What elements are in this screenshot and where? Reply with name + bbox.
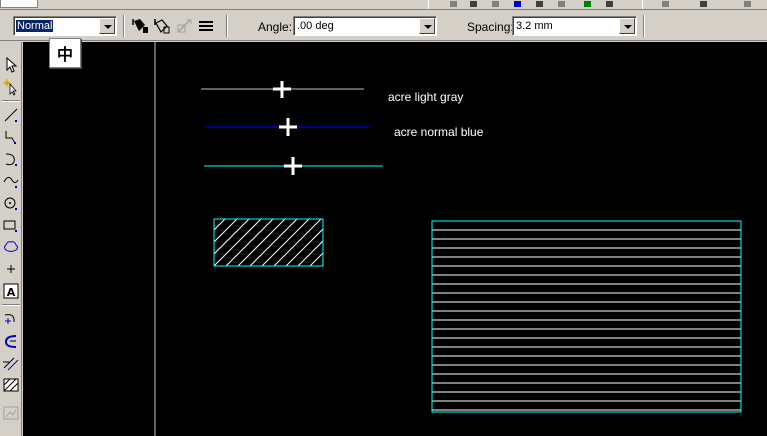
crosshair-marker-icon[interactable] bbox=[284, 157, 302, 175]
horizontal-hatch-pattern bbox=[432, 229, 741, 411]
normal-blue-label[interactable]: acre normal blue bbox=[394, 125, 483, 139]
fill-bucket-icon[interactable] bbox=[131, 17, 149, 35]
top-strip-icon[interactable] bbox=[662, 1, 669, 7]
spacing-label: Spacing: bbox=[467, 20, 514, 34]
top-strip-icon[interactable] bbox=[536, 1, 543, 7]
toolbar-separator bbox=[226, 15, 228, 37]
hatch-line bbox=[154, 219, 201, 266]
cloud-icon[interactable] bbox=[2, 238, 20, 256]
input-mode-button[interactable]: 中 bbox=[49, 38, 81, 68]
hatch-line bbox=[225, 219, 274, 266]
line-icon[interactable] bbox=[2, 106, 20, 124]
pattern-disabled-icon bbox=[175, 17, 193, 35]
hatch-line bbox=[261, 219, 310, 266]
polyline-icon[interactable] bbox=[2, 128, 20, 146]
top-strip-icon[interactable] bbox=[606, 1, 613, 7]
circle-icon[interactable] bbox=[2, 194, 20, 212]
svg-text:A: A bbox=[7, 286, 16, 299]
top-strip-icon[interactable] bbox=[700, 1, 707, 7]
image-icon bbox=[2, 404, 20, 422]
spacing-value: 3.2 mm bbox=[516, 20, 553, 32]
spacing-dropdown[interactable]: 3.2 mm bbox=[512, 16, 637, 36]
hatch-line bbox=[214, 219, 250, 255]
top-strip-icon[interactable] bbox=[492, 1, 499, 7]
top-toolbar-strip bbox=[0, 0, 767, 10]
chevron-down-icon[interactable] bbox=[419, 18, 435, 34]
select-magic-icon[interactable] bbox=[2, 78, 20, 96]
style-dropdown[interactable]: Normal bbox=[13, 16, 117, 36]
hatch-line bbox=[321, 264, 323, 266]
arc-icon[interactable] bbox=[2, 150, 20, 168]
tool-palette: A bbox=[0, 42, 22, 436]
angle-dropdown[interactable]: .00 deg bbox=[293, 16, 437, 36]
hatch-icon[interactable] bbox=[2, 376, 20, 394]
hatch-line bbox=[309, 252, 323, 266]
top-strip-icon[interactable] bbox=[514, 1, 521, 7]
fill-outline-icon[interactable] bbox=[153, 17, 171, 35]
top-strip-separator bbox=[428, 0, 429, 9]
top-strip-icon[interactable] bbox=[470, 1, 477, 7]
hatch-line bbox=[166, 219, 213, 266]
toolbar-separator bbox=[643, 15, 645, 37]
parallel-lines-icon[interactable] bbox=[2, 354, 20, 372]
diagonal-hatch-pattern bbox=[154, 219, 323, 266]
palette-separator bbox=[2, 304, 20, 306]
rectangle-icon[interactable] bbox=[2, 216, 20, 234]
hatch-line bbox=[249, 219, 298, 266]
chevron-down-icon[interactable] bbox=[619, 18, 635, 34]
angle-label: Angle: bbox=[258, 20, 293, 34]
chevron-down-icon[interactable] bbox=[99, 18, 115, 34]
style-dropdown-value: Normal bbox=[16, 20, 54, 32]
input-mode-glyph: 中 bbox=[56, 45, 73, 64]
hatch-line bbox=[214, 219, 226, 231]
top-strip-icon[interactable] bbox=[744, 1, 751, 7]
point-icon[interactable] bbox=[2, 260, 20, 278]
angle-value: .00 deg bbox=[297, 20, 334, 32]
fillet-icon[interactable] bbox=[2, 332, 20, 350]
property-toolbar: Normal Angle: .00 deg Spacing: 3.2 mm bbox=[0, 11, 767, 41]
top-strip-box bbox=[0, 0, 38, 8]
top-strip-separator bbox=[642, 0, 643, 9]
light-gray-label[interactable]: acre light gray bbox=[388, 90, 463, 104]
crosshair-marker-icon[interactable] bbox=[273, 81, 291, 98]
line-weight-icon[interactable] bbox=[197, 17, 215, 35]
toolbar-separator bbox=[123, 15, 125, 37]
curve-icon[interactable] bbox=[2, 172, 20, 190]
crosshair-marker-icon[interactable] bbox=[279, 118, 297, 136]
text-icon[interactable]: A bbox=[2, 282, 20, 300]
top-strip-icon[interactable] bbox=[558, 1, 565, 7]
top-strip-icon[interactable] bbox=[450, 1, 457, 7]
select-arrow-icon[interactable] bbox=[2, 56, 20, 74]
top-strip-icon[interactable] bbox=[584, 1, 591, 7]
tangent-arc-icon[interactable] bbox=[2, 310, 20, 328]
hatch-line bbox=[297, 240, 323, 266]
palette-separator bbox=[2, 100, 20, 102]
hatch-line bbox=[273, 219, 322, 266]
hatch-line bbox=[214, 219, 262, 266]
hatch-line bbox=[237, 219, 286, 266]
hatch-line bbox=[285, 228, 323, 266]
drawing-canvas[interactable]: acre light gray acre normal blue bbox=[23, 42, 767, 436]
cad-application: Normal Angle: .00 deg Spacing: 3.2 mm A … bbox=[0, 0, 767, 436]
